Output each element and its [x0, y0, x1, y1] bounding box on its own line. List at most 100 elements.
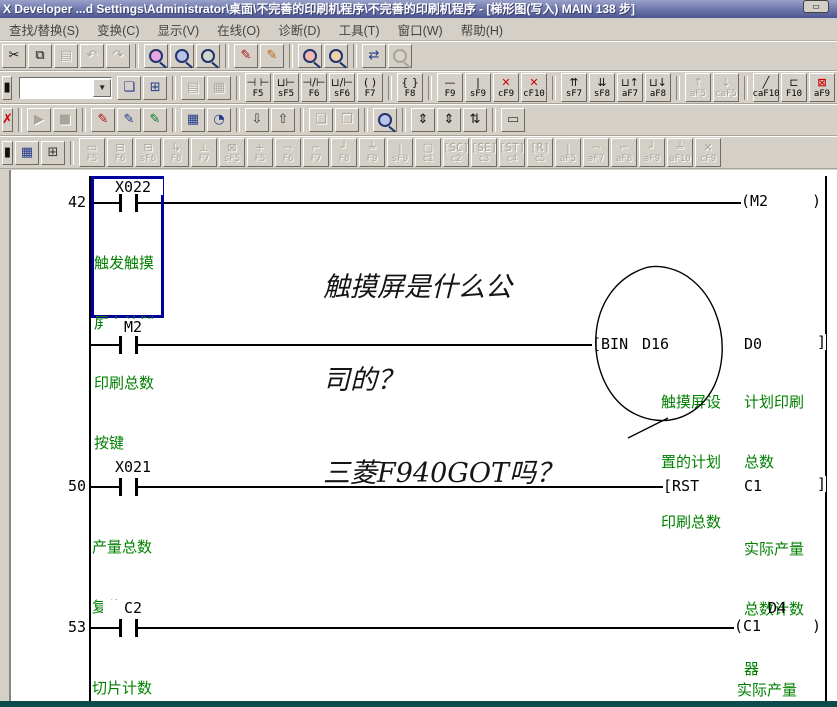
online-read-button[interactable]: ⇩ [245, 108, 269, 132]
clock-setting-button[interactable]: ◔ [207, 108, 231, 132]
sfc-simultaneous-divergence-icon: ⌐ [311, 142, 320, 154]
device-test-on-icon: ⇕ [418, 113, 429, 127]
closed-branch-button[interactable]: ⊔/⊢sF6 [329, 73, 355, 102]
wizard-combobox[interactable]: ▼ [19, 77, 112, 99]
find-device-button[interactable] [170, 44, 194, 68]
minimize-button[interactable]: ▭ [803, 0, 829, 13]
coil-symbol[interactable]: (C1 [734, 618, 761, 634]
device-test-off-button[interactable]: ⇕ [437, 108, 461, 132]
horizontal-line-button[interactable]: —F9 [437, 73, 463, 102]
function-key-label: F6 [309, 89, 320, 99]
sfc-rule-conv1-icon: ┘ [649, 142, 656, 154]
toolbar-separator [676, 76, 680, 100]
function-key-label: F7 [199, 154, 210, 164]
ladder-monitor-write-button[interactable]: ✎ [260, 44, 284, 68]
menu-online[interactable]: 在线(O) [208, 18, 269, 41]
menu-tools[interactable]: 工具(T) [330, 18, 389, 41]
window-tile-icon: ❐ [341, 113, 353, 127]
sfc-rule-selection-button: ¬aF7 [583, 138, 609, 167]
closed-contact-button[interactable]: ⊣/⊢F6 [301, 73, 327, 102]
application-instruction-button[interactable]: { }F8 [397, 73, 423, 102]
ladder-edit-partial-button[interactable]: ✗ [2, 108, 13, 132]
open-contact-button[interactable]: ⊣ ⊢F5 [245, 73, 271, 102]
sfc-initial-step-icon: ⊟ [115, 142, 124, 154]
undo-icon: ↶ [87, 49, 98, 63]
comment-line: 触发触摸 [94, 253, 154, 273]
menu-find-replace[interactable]: 查找/替换(S) [0, 18, 88, 41]
sfc-tree-button[interactable]: ⊞ [41, 141, 65, 165]
grip-partial-button[interactable]: ▮ [2, 141, 13, 165]
instruction-operand[interactable]: D0 [744, 336, 762, 352]
contact-symbol[interactable] [119, 619, 138, 637]
copy-button[interactable]: ⧉ [28, 44, 52, 68]
function-key-label: caF10 [752, 89, 779, 99]
instruction-mnemonic[interactable]: [BIN [592, 336, 628, 352]
note-edit-button[interactable]: ✎ [143, 108, 167, 132]
sfc-grid-icon: ▦ [21, 146, 33, 160]
coil-button[interactable]: ( )F7 [357, 73, 383, 102]
online-read-icon: ⇩ [252, 113, 263, 127]
vertical-line-button[interactable]: |sF9 [465, 73, 491, 102]
chevron-down-icon[interactable]: ▼ [93, 79, 111, 97]
program-transfer-button[interactable]: ⇄ [362, 44, 386, 68]
keyboard-entry-button[interactable]: ▭ [501, 108, 525, 132]
device-test-on-button[interactable]: ⇕ [411, 108, 435, 132]
device-memory-button[interactable]: ▦ [181, 108, 205, 132]
find-icon [149, 49, 163, 63]
pulse-down-branch-button[interactable]: ⊔↓aF8 [645, 73, 671, 102]
cut-button[interactable]: ✂ [2, 44, 26, 68]
comment-line: 触摸屏设 [661, 392, 721, 412]
program-transfer-icon: ⇄ [369, 49, 380, 63]
sfc-vertical-line-icon: | [398, 142, 402, 154]
statement-edit-button[interactable]: ✎ [117, 108, 141, 132]
contact-symbol[interactable] [119, 478, 138, 496]
toolbar-separator [744, 76, 748, 100]
monitor-test-button[interactable] [373, 108, 397, 132]
menu-diagnostics[interactable]: 诊断(D) [269, 18, 329, 41]
sfc-grid-button[interactable]: ▦ [15, 141, 39, 165]
menu-window[interactable]: 窗口(W) [389, 18, 452, 41]
window-title: X Developer ...d Settings\Administrator\… [3, 2, 635, 16]
toolbar-sfc: ▮▦⊞ ▭F5⊟F6⊟sF6↳F8⊥F7⊠sF5+F5¬F6⌐F7┘F8╧F9|… [0, 136, 837, 169]
device-comment-edit-button[interactable]: ✎ [91, 108, 115, 132]
sfc-selection-divergence-icon: ¬ [283, 142, 292, 154]
menu-help[interactable]: 帮助(H) [452, 18, 512, 41]
find-instruction-button[interactable] [196, 44, 220, 68]
zoom-in-button[interactable] [298, 44, 322, 68]
delete-horizontal-line-button[interactable]: ✕cF9 [493, 73, 519, 102]
sfc-simultaneous-convergence-icon: ╧ [369, 142, 376, 154]
branch-line-button[interactable]: ⊏F10 [781, 73, 807, 102]
function-key-label: c5 [535, 154, 546, 164]
invert-result-button[interactable]: ╱caF10 [753, 73, 779, 102]
ladder-write-button[interactable]: ✎ [234, 44, 258, 68]
macro-button: ▦ [207, 76, 231, 100]
program-check-button[interactable]: ❏ [117, 76, 141, 100]
instruction-operand[interactable]: D16 [642, 336, 669, 352]
delete-branch-button[interactable]: ⊠aF9 [809, 73, 835, 102]
device-test-toggle-button[interactable]: ⇅ [463, 108, 487, 132]
instruction-mnemonic[interactable]: [RST [663, 478, 699, 494]
find-button[interactable] [144, 44, 168, 68]
sfc-dummy-step-button: ⊟sF6 [135, 138, 161, 167]
pulse-up-branch-button[interactable]: ⊔↑aF7 [617, 73, 643, 102]
delete-vertical-line-button[interactable]: ✕cF10 [521, 73, 547, 102]
coil-symbol[interactable]: (M2 [741, 193, 768, 209]
online-write-button[interactable]: ⇧ [271, 108, 295, 132]
keyboard-entry-icon: ▭ [507, 113, 519, 127]
contact-symbol[interactable] [119, 336, 138, 354]
project-tree-button[interactable]: ⊞ [143, 76, 167, 100]
zoom-out-button[interactable] [324, 44, 348, 68]
menu-convert[interactable]: 变换(C) [88, 18, 148, 41]
pulse-down-contact-button[interactable]: ⇊sF8 [589, 73, 615, 102]
coil-close: ) [812, 193, 821, 209]
open-branch-button[interactable]: ⊔⊢sF5 [273, 73, 299, 102]
instruction-operand[interactable]: C1 [744, 478, 762, 494]
open-contact-icon: ⊣ ⊢ [247, 77, 270, 89]
function-key-label: F8 [171, 154, 182, 164]
device-comment: 实际产量 总数计数 器 [737, 640, 797, 707]
toolbar-separator [172, 76, 176, 100]
contact-symbol[interactable] [119, 194, 138, 212]
menu-view[interactable]: 显示(V) [149, 18, 209, 41]
ladder-editor[interactable]: X022 42 触发触摸 屏上计划 印刷总数 按键 (M2 ) 触摸屏是什么公 … [0, 170, 837, 701]
pulse-up-contact-button[interactable]: ⇈sF7 [561, 73, 587, 102]
